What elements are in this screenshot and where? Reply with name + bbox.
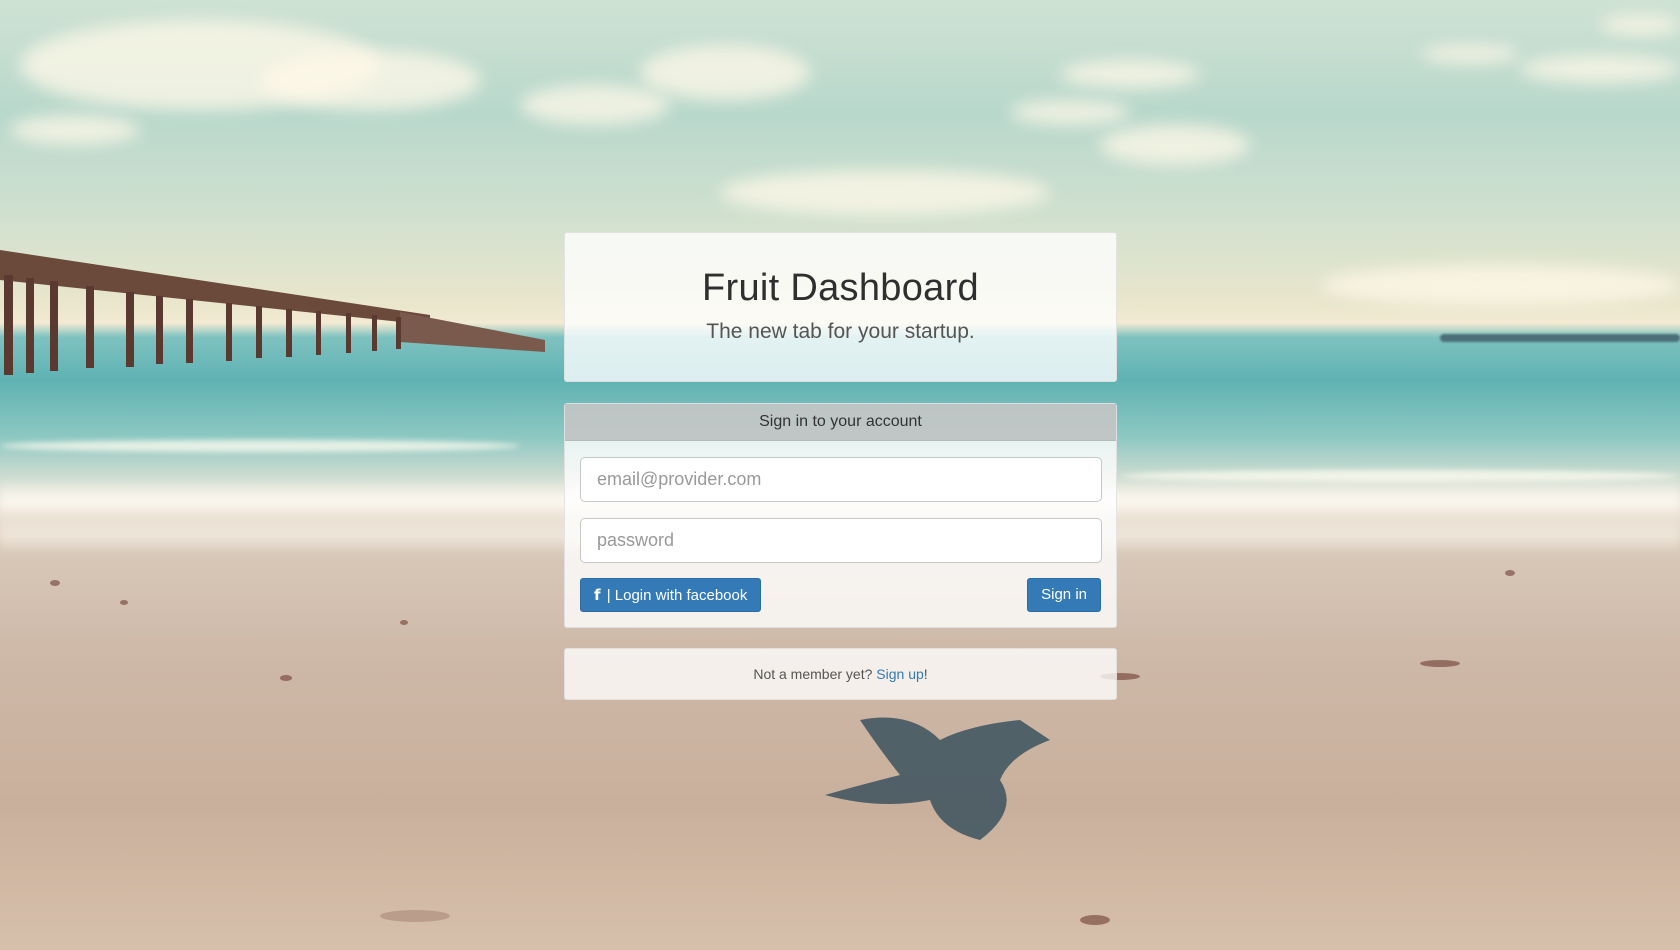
cloud (20, 20, 380, 110)
button-row: f | Login with facebook Sign in (580, 578, 1101, 612)
cloud (10, 115, 140, 145)
cloud (640, 45, 810, 100)
wave (0, 440, 520, 452)
pebble (380, 910, 450, 922)
brand-panel: Fruit Dashboard The new tab for your sta… (564, 232, 1117, 382)
cloud (1520, 55, 1680, 83)
signin-header: Sign in to your account (565, 404, 1116, 441)
facebook-login-label: | Login with facebook (606, 587, 748, 604)
cloud (720, 170, 1050, 215)
pebble (1080, 915, 1110, 925)
page-title: Fruit Dashboard (702, 267, 979, 309)
cloud (1600, 15, 1680, 35)
pebble (400, 620, 408, 625)
signup-panel: Not a member yet? Sign up! (564, 648, 1117, 700)
cloud (1100, 125, 1250, 165)
distant-shore (1440, 334, 1680, 342)
cloud (1010, 100, 1130, 125)
pebble (280, 675, 292, 681)
wave (1120, 470, 1680, 482)
facebook-login-button[interactable]: f | Login with facebook (580, 578, 762, 612)
cloud (1420, 45, 1520, 63)
pebble (1505, 570, 1515, 576)
email-field[interactable] (580, 457, 1102, 502)
runner-shadow (825, 717, 1050, 840)
cloud (520, 85, 670, 125)
login-page: Fruit Dashboard The new tab for your sta… (0, 0, 1680, 950)
password-field[interactable] (580, 518, 1102, 563)
pier (0, 250, 545, 375)
signin-panel: Sign in to your account f | Login with f… (564, 403, 1117, 628)
pebble (50, 580, 60, 586)
facebook-icon: f (594, 586, 601, 604)
cloud (1060, 60, 1200, 88)
signup-prompt: Not a member yet? (753, 666, 873, 682)
signin-button[interactable]: Sign in (1027, 578, 1101, 612)
cloud (1320, 265, 1680, 305)
pebble (1420, 660, 1460, 667)
cloud (260, 50, 480, 110)
signup-link[interactable]: Sign up (876, 666, 923, 682)
signup-suffix: ! (923, 666, 928, 682)
pebble (120, 600, 128, 605)
tagline: The new tab for your startup. (706, 320, 975, 343)
